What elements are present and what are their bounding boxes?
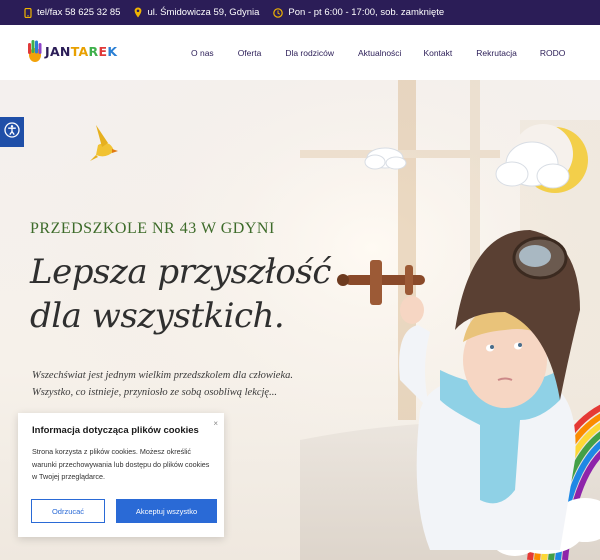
top-info-bar: tel/fax 58 625 32 85 ul. Śmidowicza 59, … xyxy=(0,0,600,25)
menu-item-oferta[interactable]: Oferta xyxy=(238,48,262,58)
phone-info[interactable]: tel/fax 58 625 32 85 xyxy=(24,7,120,18)
accessibility-button[interactable] xyxy=(0,117,24,147)
menu-item-dla-rodzicow[interactable]: Dla rodziców xyxy=(285,48,334,58)
cookie-title: Informacja dotycząca plików cookies xyxy=(32,425,199,436)
menu-item-kontakt[interactable]: Kontakt xyxy=(423,48,452,58)
map-pin-icon xyxy=(134,7,142,18)
menu-item-rodo[interactable]: RODO xyxy=(540,48,566,58)
menu-item-o-nas[interactable]: O nas xyxy=(191,48,214,58)
hero-headline-line-1: Lepsza przyszłość xyxy=(30,252,331,292)
menu-item-rekrutacja[interactable]: Rekrutacja xyxy=(476,48,517,58)
main-navigation: JANTAREK O nas Oferta Dla rodziców Aktua… xyxy=(0,25,600,80)
cookie-text: Strona korzysta z plików cookies. Możesz… xyxy=(32,447,210,481)
menu-item-aktualnosci[interactable]: Aktualności xyxy=(358,48,401,58)
hero-subtitle: PRZEDSZKOLE NR 43 W GDYNI xyxy=(30,220,275,237)
phone-icon xyxy=(24,7,32,18)
address-text: ul. Śmidowicza 59, Gdynia xyxy=(147,7,260,18)
cookie-buttons: Odrzucać Akceptuj wszystko xyxy=(31,499,217,523)
hero-headline-line-2: dla wszystkich. xyxy=(30,296,285,336)
accessibility-icon xyxy=(4,121,20,143)
decline-cookies-button[interactable]: Odrzucać xyxy=(31,499,105,523)
hero-intro-text: Wszechświat jest jednym wielkim przedszk… xyxy=(32,370,293,398)
clock-icon xyxy=(273,7,284,18)
hero-headline: Lepsza przyszłość dla wszystkich. xyxy=(30,250,331,338)
hand-logo-icon xyxy=(26,38,44,64)
site-logo[interactable]: JANTAREK xyxy=(26,38,117,64)
address-info[interactable]: ul. Śmidowicza 59, Gdynia xyxy=(134,7,259,18)
close-icon[interactable]: × xyxy=(213,419,218,428)
hours-text: Pon - pt 6:00 - 17:00, sob. zamknięte xyxy=(288,7,445,18)
phone-text: tel/fax 58 625 32 85 xyxy=(37,7,121,18)
accept-all-cookies-button[interactable]: Akceptuj wszystko xyxy=(116,499,217,523)
cookie-consent-banner: × Informacja dotycząca plików cookies St… xyxy=(18,413,224,537)
hours-info: Pon - pt 6:00 - 17:00, sob. zamknięte xyxy=(273,7,444,18)
menu: O nas Oferta Dla rodziców Aktualności Ko… xyxy=(190,25,565,80)
logo-wordmark: JANTAREK xyxy=(45,43,118,59)
